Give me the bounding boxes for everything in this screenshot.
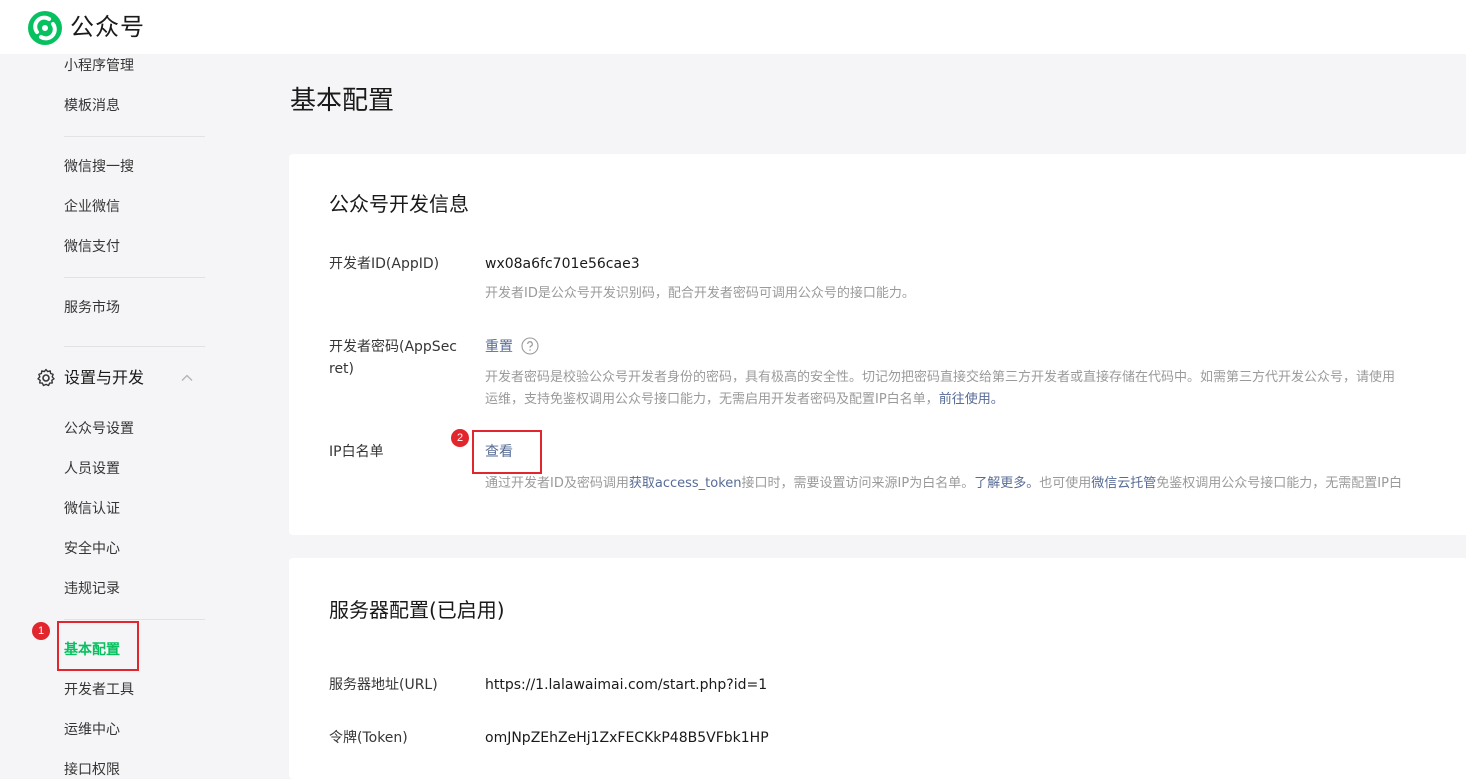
sidebar-item-developer-tools[interactable]: 开发者工具 xyxy=(64,680,134,700)
appid-label: 开发者ID(AppID) xyxy=(329,256,440,272)
dev-info-card: 公众号开发信息 开发者ID(AppID) wx08a6fc701e56cae3 … xyxy=(289,154,1466,535)
server-config-title: 服务器配置(已启用) xyxy=(329,598,505,622)
appsecret-description-text: 运维，支持免鉴权调用公众号接口能力，无需启用开发者密码及配置IP白名单， xyxy=(485,392,939,407)
sidebar-item-service-market[interactable]: 服务市场 xyxy=(64,298,120,318)
appsecret-label-line1: 开发者密码(AppSec xyxy=(329,339,458,355)
app-name: 公众号 xyxy=(70,13,145,41)
dev-info-title: 公众号开发信息 xyxy=(329,192,469,216)
gear-icon xyxy=(37,368,55,387)
token-label: 令牌(Token) xyxy=(329,730,408,746)
sidebar-item-search[interactable]: 微信搜一搜 xyxy=(64,157,134,177)
sidebar-divider xyxy=(64,136,205,137)
sidebar-divider xyxy=(64,619,205,620)
page-title: 基本配置 xyxy=(290,86,395,116)
access-token-link[interactable]: 获取access_token xyxy=(629,476,742,491)
top-bar: 公众号 xyxy=(0,0,1466,54)
sidebar-item-account-settings[interactable]: 公众号设置 xyxy=(64,419,134,439)
sidebar-item-violation-records[interactable]: 违规记录 xyxy=(64,579,120,599)
annotation-highlight-box xyxy=(57,621,139,671)
appid-value: wx08a6fc701e56cae3 xyxy=(485,256,640,272)
sidebar-item-security-center[interactable]: 安全中心 xyxy=(64,539,120,559)
sidebar-item-verification[interactable]: 微信认证 xyxy=(64,499,120,519)
ip-desc-text: 免鉴权调用公众号接口能力，无需配置IP白 xyxy=(1156,476,1402,491)
sidebar-item-miniprogram[interactable]: 小程序管理 xyxy=(64,56,134,76)
wechat-mp-logo-icon[interactable] xyxy=(27,10,63,46)
sidebar-item-template-message[interactable]: 模板消息 xyxy=(64,96,120,116)
annotation-badge: 2 xyxy=(451,429,469,447)
sidebar-group-label: 设置与开发 xyxy=(64,368,145,387)
ip-desc-text: 通过开发者ID及密码调用 xyxy=(485,476,629,491)
sidebar-item-api-permissions[interactable]: 接口权限 xyxy=(64,760,120,779)
server-config-card: 服务器配置(已启用) 服务器地址(URL) https://1.lalawaim… xyxy=(289,558,1466,779)
cloud-hosting-link[interactable]: 微信云托管 xyxy=(1091,476,1156,491)
question-circle-icon[interactable] xyxy=(521,337,539,355)
appsecret-label: 开发者密码(AppSec ret) xyxy=(329,336,459,380)
annotation-highlight-box xyxy=(472,430,542,474)
sidebar-divider xyxy=(64,277,205,278)
server-url-value: https://1.lalawaimai.com/start.php?id=1 xyxy=(485,677,768,693)
go-use-link[interactable]: 前往使用。 xyxy=(939,392,1004,407)
learn-more-link[interactable]: 了解更多。 xyxy=(974,476,1039,491)
appsecret-description-line2: 运维，支持免鉴权调用公众号接口能力，无需启用开发者密码及配置IP白名单，前往使用… xyxy=(485,389,1004,411)
ip-desc-text: 接口时，需要设置访问来源IP为白名单。 xyxy=(741,476,975,491)
reset-secret-link[interactable]: 重置 xyxy=(485,339,513,355)
token-value: omJNpZEhZeHj1ZxFECKkP48B5VFbk1HP xyxy=(485,730,769,746)
server-url-label: 服务器地址(URL) xyxy=(329,677,438,693)
sidebar-item-ops-center[interactable]: 运维中心 xyxy=(64,720,120,740)
annotation-badge: 1 xyxy=(32,622,50,640)
appsecret-description-line1: 开发者密码是校验公众号开发者身份的密码，具有极高的安全性。切记勿把密码直接交给第… xyxy=(485,370,1396,385)
ip-desc-text: 也可使用 xyxy=(1039,476,1092,491)
sidebar-item-wechat-pay[interactable]: 微信支付 xyxy=(64,237,120,257)
appsecret-actions: 重置 xyxy=(485,336,539,358)
appid-description: 开发者ID是公众号开发识别码，配合开发者密码可调用公众号的接口能力。 xyxy=(485,286,915,301)
appsecret-label-line2: ret) xyxy=(329,361,355,377)
ip-whitelist-label: IP白名单 xyxy=(329,444,384,460)
chevron-up-icon[interactable] xyxy=(180,371,194,385)
sidebar-item-member-settings[interactable]: 人员设置 xyxy=(64,459,120,479)
ip-whitelist-description: 通过开发者ID及密码调用获取access_token接口时，需要设置访问来源IP… xyxy=(485,473,1402,495)
sidebar-divider xyxy=(64,346,205,347)
sidebar-group-settings-dev[interactable]: 设置与开发 xyxy=(36,366,206,390)
sidebar-item-work-wechat[interactable]: 企业微信 xyxy=(64,197,120,217)
